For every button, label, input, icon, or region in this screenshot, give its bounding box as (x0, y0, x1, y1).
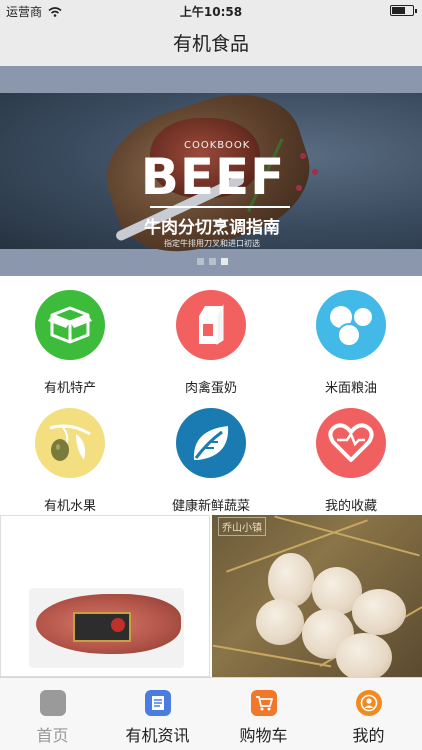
home-icon (39, 690, 66, 716)
egg-image (336, 633, 392, 677)
milk-carton-icon (199, 304, 224, 345)
straw (274, 515, 420, 557)
category-label: 有机特产 (43, 381, 96, 396)
leaf-icon (193, 426, 229, 460)
category-circle[interactable] (316, 408, 386, 478)
banner-divider (150, 206, 290, 208)
banner-carousel[interactable]: COOKBOOK BEEF 牛肉分切烹调指南 指定牛排用刀叉和进口初选 (0, 66, 422, 276)
category-circle[interactable] (35, 290, 105, 360)
package-label (73, 612, 131, 642)
category-label: 肉禽蛋奶 (184, 381, 237, 396)
tab-organic-news[interactable]: 有机资讯 (105, 678, 210, 750)
grains-icon (330, 306, 372, 347)
tab-home[interactable]: 首页 (0, 678, 105, 750)
olive-icon (49, 424, 91, 461)
cart-icon (250, 690, 277, 716)
page-dot-active[interactable] (221, 258, 228, 265)
news-icon (144, 690, 171, 716)
tab-label: 首页 (36, 726, 69, 745)
category-label: 有机水果 (43, 499, 96, 514)
category-circle[interactable] (35, 408, 105, 478)
profile-icon (355, 690, 382, 716)
category-my-favorites[interactable]: 我的收藏 (281, 408, 421, 514)
brand-logo: 乔山小镇 (218, 517, 266, 536)
banner-image[interactable]: COOKBOOK BEEF 牛肉分切烹调指南 指定牛排用刀叉和进口初选 (0, 75, 422, 271)
category-organic-fruit[interactable]: 有机水果 (0, 408, 140, 514)
tab-label: 我的 (352, 726, 385, 745)
status-bar: 运营商 上午10:58 (0, 0, 422, 22)
carousel-page-indicator[interactable] (197, 258, 228, 265)
battery-icon (390, 5, 417, 16)
status-time: 上午10:58 (179, 5, 243, 19)
heart-icon (328, 423, 374, 462)
category-circle[interactable] (176, 408, 246, 478)
product-tile-eggs[interactable]: 乔山小镇 (212, 515, 422, 677)
category-circle[interactable] (176, 290, 246, 360)
page-dot[interactable] (197, 258, 204, 265)
nav-bar: 有机食品 (0, 22, 422, 66)
category-meat-eggs-dairy[interactable]: 肉禽蛋奶 (141, 290, 281, 396)
category-label: 米面粮油 (324, 381, 377, 396)
banner-caption: 指定牛排用刀叉和进口初选 (164, 239, 260, 248)
category-rice-flour-oil[interactable]: 米面粮油 (281, 290, 421, 396)
category-fresh-vegetables[interactable]: 健康新鲜蔬菜 (141, 408, 281, 514)
tab-label: 购物车 (239, 726, 288, 745)
product-tiles: 乔山小镇 (0, 515, 422, 677)
category-organic-specialty[interactable]: 有机特产 (0, 290, 140, 396)
category-label: 健康新鲜蔬菜 (171, 499, 250, 514)
banner-title: BEEF (140, 148, 286, 206)
tab-bar: 首页 有机资讯 购物车 我的 (0, 677, 422, 750)
tab-label: 有机资讯 (125, 726, 190, 745)
box-icon (48, 306, 92, 344)
page-title: 有机食品 (172, 33, 249, 55)
category-circle[interactable] (316, 290, 386, 360)
egg-image (256, 599, 304, 645)
banner-subtitle: 牛肉分切烹调指南 (144, 218, 280, 238)
egg-image (352, 589, 406, 635)
category-label: 我的收藏 (324, 499, 377, 514)
tab-profile[interactable]: 我的 (316, 678, 421, 750)
category-grid: 有机特产 肉禽蛋奶 米面粮油 有机水果 健康新鲜蔬菜 我的收藏 (0, 276, 422, 515)
product-tile-ham[interactable] (0, 515, 210, 677)
tab-cart[interactable]: 购物车 (211, 678, 316, 750)
page-dot[interactable] (209, 258, 216, 265)
